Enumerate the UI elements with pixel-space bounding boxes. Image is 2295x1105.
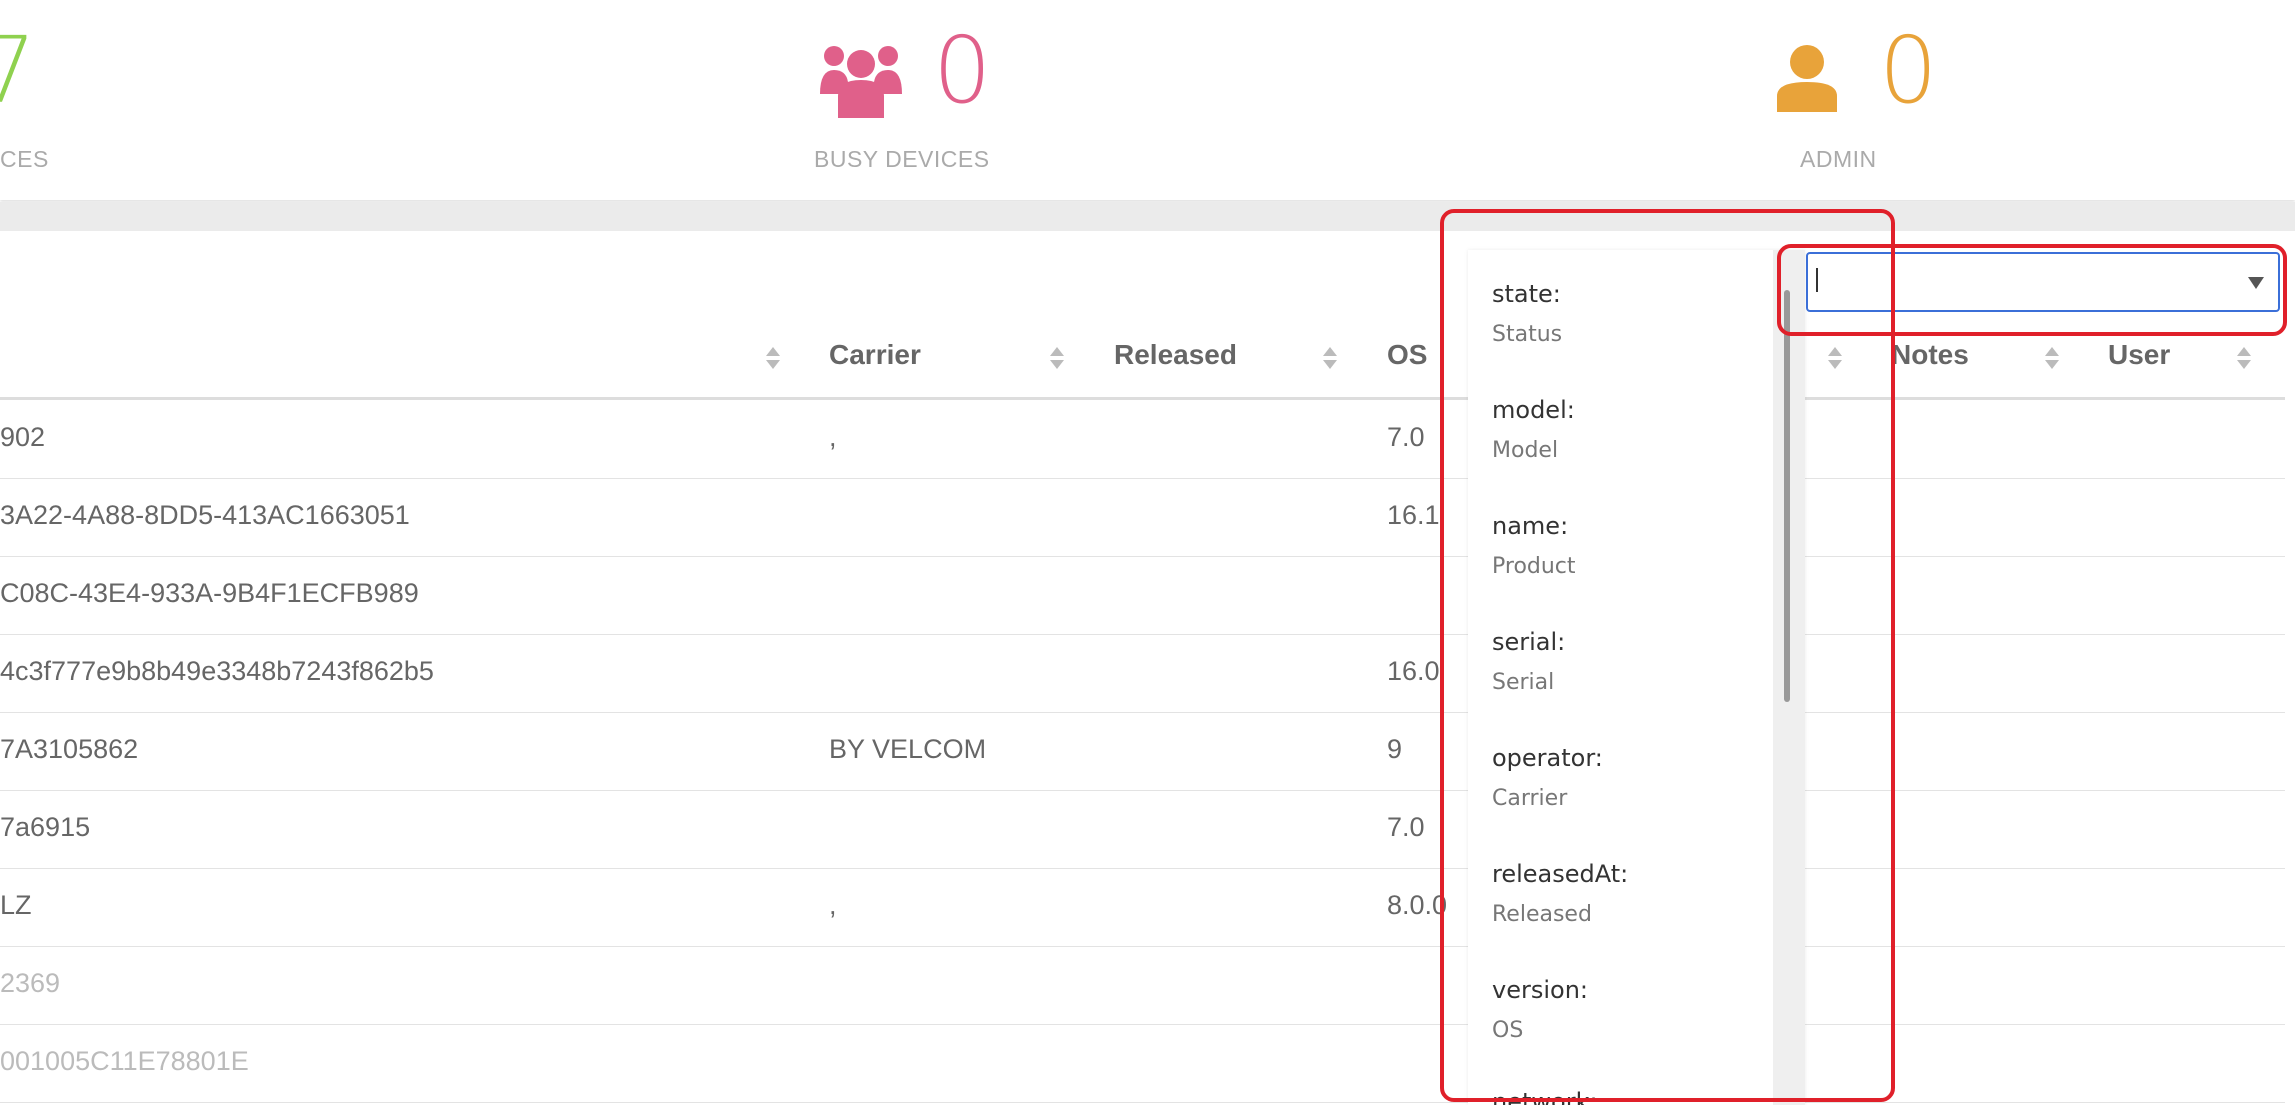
sort-icon[interactable] <box>766 347 780 371</box>
os-cell: 16.0 <box>1387 656 1440 686</box>
os-cell: 7.0 <box>1387 812 1425 842</box>
column-header-os[interactable]: OS <box>1387 339 1427 371</box>
serial-cell: 902 <box>0 422 46 452</box>
serial-cell: 3A22-4A88-8DD5-413AC1663051 <box>0 500 410 530</box>
table-row[interactable]: 902 , 7.0 <box>0 400 2285 479</box>
table-row[interactable]: 7A3105862 BY VELCOM 9 <box>0 712 2285 791</box>
os-cell: 16.1 <box>1387 500 1440 530</box>
table-row[interactable]: 001005C11E78801E <box>0 1024 2285 1103</box>
serial-cell: LZ <box>0 890 32 920</box>
busy-device-count: 0 <box>933 17 992 124</box>
highlight-box-select <box>1777 244 2287 336</box>
sort-icon[interactable] <box>1050 347 1064 371</box>
sort-icon[interactable] <box>1323 347 1337 371</box>
os-cell: 7.0 <box>1387 422 1425 452</box>
serial-cell: 7A3105862 <box>0 734 139 764</box>
stats-header: 7 CES 0 BUSY DEVICES 0 ADMIN <box>0 0 2295 200</box>
busy-devices-label: BUSY DEVICES <box>814 146 990 172</box>
carrier-cell: , <box>829 422 837 452</box>
highlight-box-menu <box>1440 209 1895 1102</box>
serial-cell: 001005C11E78801E <box>0 1046 249 1076</box>
os-cell: 8.0.0 <box>1387 890 1448 920</box>
sort-icon[interactable] <box>2045 347 2059 371</box>
carrier-cell: , <box>829 890 837 920</box>
column-header-user[interactable]: User <box>2108 339 2170 371</box>
serial-cell: 7a6915 <box>0 812 91 842</box>
carrier-cell: BY VELCOM <box>829 734 987 764</box>
serial-cell: 2369 <box>0 968 61 998</box>
column-header-released[interactable]: Released <box>1114 339 1237 371</box>
column-header-carrier[interactable]: Carrier <box>829 339 921 371</box>
group-icon <box>820 46 902 118</box>
table-row[interactable]: 4c3f777e9b8b49e3348b7243f862b5 16.0 <box>0 634 2285 713</box>
user-icon <box>1777 45 1837 112</box>
os-cell: 9 <box>1387 734 1403 764</box>
serial-cell: 4c3f777e9b8b49e3348b7243f862b5 <box>0 656 434 686</box>
table-row[interactable]: 7a6915 7.0 <box>0 790 2285 869</box>
table-row[interactable]: 3A22-4A88-8DD5-413AC1663051 16.1 <box>0 478 2285 557</box>
sort-icon[interactable] <box>2237 347 2251 371</box>
section-divider <box>0 202 2295 231</box>
device-table: Carrier Released OS Notes User 902 , 7.0… <box>0 231 2295 1105</box>
admin-count: 0 <box>1879 17 1938 124</box>
serial-cell: C08C-43E4-933A-9B4F1ECFB989 <box>0 578 419 608</box>
table-row[interactable]: C08C-43E4-933A-9B4F1ECFB989 <box>0 556 2285 635</box>
table-row[interactable]: LZ , 8.0.0 <box>0 868 2285 947</box>
table-row[interactable]: 2369 <box>0 946 2285 1025</box>
column-header-notes[interactable]: Notes <box>1891 339 1969 371</box>
admin-label: ADMIN <box>1800 146 1877 172</box>
devices-label: CES <box>0 146 49 172</box>
device-count: 7 <box>0 17 37 124</box>
